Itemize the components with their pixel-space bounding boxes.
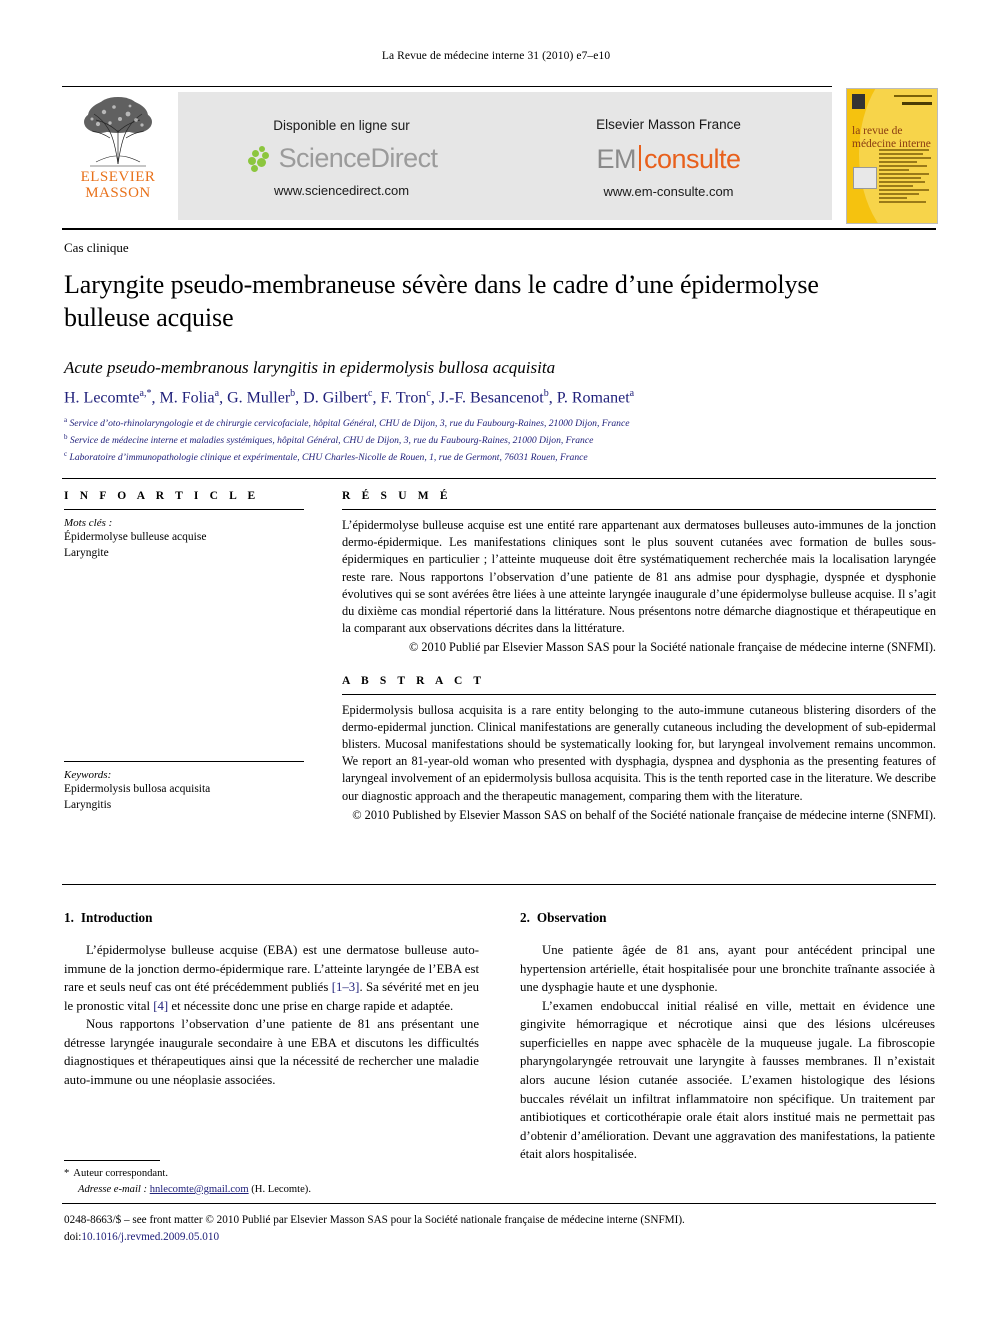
emconsulte-caption: Elsevier Masson France (596, 117, 741, 132)
article-type-label: Cas clinique (64, 240, 129, 255)
elsevier-word-line1: ELSEVIER (80, 169, 156, 185)
footnote-email-label: Adresse e-mail : (78, 1183, 148, 1195)
elsevier-wordmark: ELSEVIER MASSON (80, 169, 156, 202)
cover-society-badge-icon (853, 167, 877, 189)
citation-ref-1-3[interactable]: [1–3] (332, 980, 360, 994)
footnote-star-marker: * (64, 1168, 70, 1179)
affiliation-2: b Service de médecine interne et maladie… (64, 433, 594, 447)
intro-p1-post: et nécessite donc une prise en charge ra… (168, 998, 454, 1013)
section-heading-observation: 2. Observation (520, 908, 935, 927)
sciencedirect-caption: Disponible en ligne sur (273, 118, 410, 133)
affiliation-3: c Laboratoire d’immunopathologie cliniqu… (64, 450, 588, 464)
sciencedirect-block[interactable]: Disponible en ligne sur ScienceDirect ww… (178, 92, 505, 220)
doi-link[interactable]: 10.1016/j.revmed.2009.05.010 (81, 1231, 219, 1243)
observation-paragraph-2: L’examen endobuccal initial réalisé en v… (520, 998, 935, 1162)
keyword-en-1: Epidermolysis bullosa acquisita (64, 783, 211, 796)
keywords-en-label: Keywords: (64, 769, 112, 782)
bottom-copyright-block: 0248-8663/$ – see front matter © 2010 Pu… (64, 1212, 944, 1247)
info-article-heading: I N F O A R T I C L E (64, 490, 260, 502)
emconsulte-block[interactable]: Elsevier Masson France EM consulte www.e… (505, 92, 832, 220)
keywords-fr-label: Mots clés : (64, 517, 113, 529)
journal-cover-thumbnail[interactable]: la revue de médecine interne (846, 88, 938, 224)
emconsulte-wordmark-left: EM (596, 144, 636, 174)
bottom-rule (62, 1203, 936, 1204)
resume-copyright: © 2010 Publié par Elsevier Masson SAS po… (408, 640, 936, 655)
emconsulte-logo: EM consulte (596, 142, 741, 175)
footnote-email-owner: (H. Lecomte). (251, 1183, 311, 1195)
cover-topline-2 (902, 102, 932, 105)
doi-line: doi:10.1016/j.revmed.2009.05.010 (64, 1229, 944, 1246)
sciencedirect-logo: ScienceDirect (246, 143, 438, 174)
footnote-email-link[interactable]: hnlecomte@gmail.com (150, 1184, 249, 1195)
page-title: Laryngite pseudo-membraneuse sévère dans… (64, 270, 819, 333)
sciencedirect-leaf-icon (246, 145, 276, 172)
journal-header-banner: ELSEVIER MASSON Disponible en ligne sur (62, 90, 832, 222)
info-article-divider (64, 509, 304, 510)
abstract-copyright: © 2010 Published by Elsevier Masson SAS … (352, 807, 936, 822)
emconsulte-divider-bar (638, 145, 641, 171)
introduction-number: 1. (64, 910, 74, 925)
footnote-email-line: Adresse e-mail : hnlecomte@gmail.com (H.… (64, 1182, 484, 1198)
running-head: La Revue de médecine interne 31 (2010) e… (381, 50, 611, 62)
article-page: La Revue de médecine interne 31 (2010) e… (0, 0, 992, 1323)
affiliation-1: a Service d’oto-rhinolaryngologie et de … (64, 416, 630, 430)
corresponding-author-footnote: * Auteur correspondant. Adresse e-mail : … (64, 1166, 484, 1198)
footnote-corresponding-text: Auteur correspondant. (73, 1168, 169, 1179)
footnote-rule (64, 1160, 160, 1161)
cover-title-line1: la revue de (852, 125, 903, 137)
observation-paragraph-1: Une patiente âgée de 81 ans, ayant pour … (520, 943, 935, 995)
body-column-left: 1. Introduction L’épidermolyse bulleuse a… (64, 908, 479, 1090)
info-article-column: I N F O A R T I C L E Mots clés : Épider… (64, 490, 304, 813)
observation-number: 2. (520, 910, 530, 925)
elsevier-word-line2: MASSON (85, 184, 151, 201)
keyword-fr-1: Épidermolyse bulleuse acquise (64, 531, 207, 543)
author-list: H. Lecomtea,*, M. Foliaa, G. Mullerb, D.… (64, 388, 635, 407)
emconsulte-url[interactable]: www.em-consulte.com (603, 184, 733, 199)
citation-ref-4[interactable]: [4] (153, 999, 168, 1013)
issn-copyright-line: 0248-8663/$ – see front matter © 2010 Pu… (64, 1214, 685, 1226)
banner-grey-strip: Disponible en ligne sur ScienceDirect ww… (178, 92, 832, 220)
observation-title: Observation (536, 910, 607, 925)
sciencedirect-url[interactable]: www.sciencedirect.com (274, 183, 409, 198)
doi-label: doi: (64, 1231, 82, 1244)
cover-topline-1 (894, 95, 932, 97)
cover-journal-title: la revue de médecine interne (852, 125, 931, 151)
abstract-body: Epidermolysis bullosa acquisita is a rar… (342, 702, 936, 803)
body-column-right: 2. Observation Une patiente âgée de 81 an… (520, 908, 935, 1164)
abstract-divider (342, 693, 936, 695)
introduction-paragraph-2: Nous rapportons l’observation d’une pati… (64, 1017, 479, 1087)
keyword-fr-2: Laryngite (64, 546, 109, 559)
abstract-rule-top (62, 478, 936, 479)
elsevier-tree-icon (70, 92, 166, 170)
section-heading-introduction: 1. Introduction (64, 908, 479, 927)
introduction-title: Introduction (80, 910, 153, 925)
elsevier-masson-logo: ELSEVIER MASSON (62, 92, 174, 220)
emconsulte-wordmark-right: consulte (643, 144, 741, 174)
sciencedirect-wordmark: ScienceDirect (278, 143, 438, 173)
abstract-rule-bottom (62, 884, 936, 885)
abstract-column: R É S U M É L’épidermolyse bulleuse acqu… (342, 490, 936, 824)
cover-toc-lines (879, 149, 931, 205)
introduction-paragraph-1: L’épidermolyse bulleuse acquise (EBA) es… (64, 941, 479, 1015)
affiliation-list: a Service d’oto-rhinolaryngologie et de … (64, 415, 914, 466)
resume-body: L’épidermolyse bulleuse acquise est une … (342, 518, 936, 636)
keyword-en-2: Laryngitis (64, 798, 112, 811)
page-subtitle-english: Acute pseudo-membranous laryngitis in ep… (64, 358, 556, 377)
header-rule-top (62, 86, 832, 87)
cover-elsevier-logo-icon (852, 94, 865, 109)
banner-rule-bottom (62, 228, 936, 230)
abstract-heading: A B S T R A C T (342, 674, 486, 687)
resume-heading: R É S U M É (342, 490, 452, 502)
resume-divider (342, 509, 936, 510)
keywords-en-divider (64, 761, 304, 763)
